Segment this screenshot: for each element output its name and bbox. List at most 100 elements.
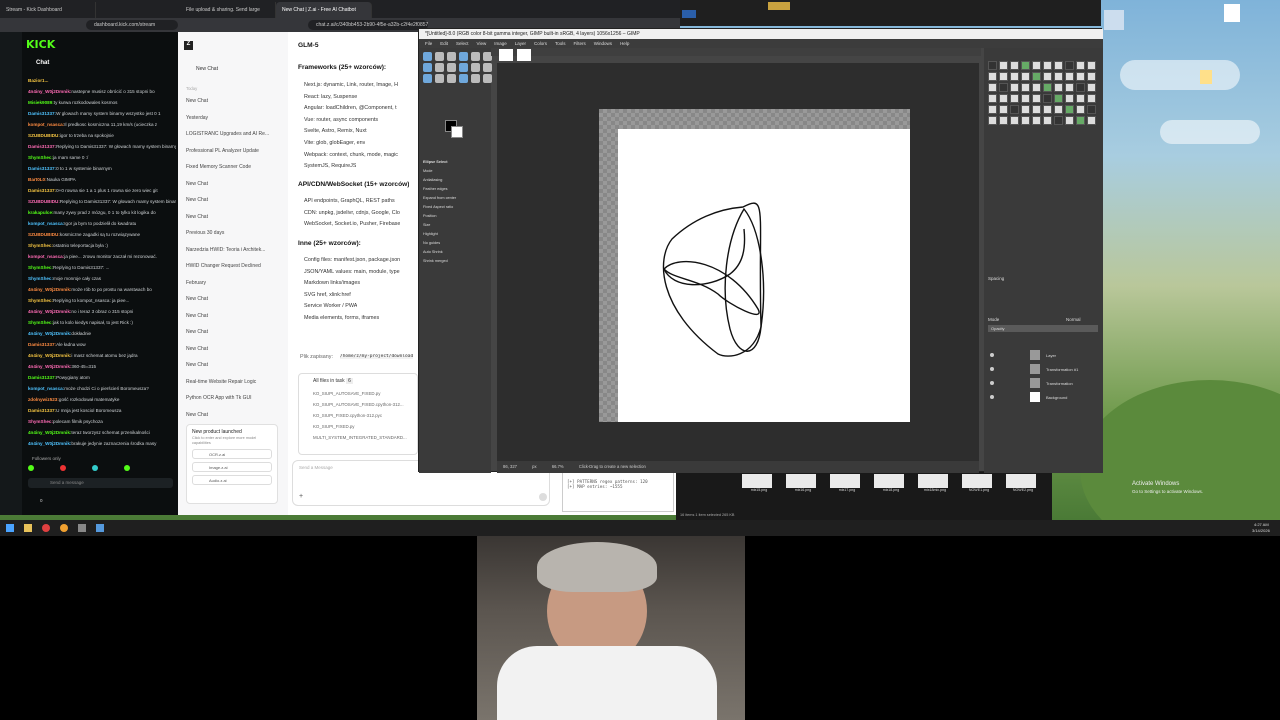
canvas-area[interactable] — [497, 63, 979, 461]
eye-icon[interactable] — [990, 395, 994, 399]
brush-preset[interactable] — [1032, 105, 1041, 114]
ocr-link[interactable]: OCR.z.ai — [192, 449, 272, 459]
tool-option[interactable]: Mode — [423, 167, 489, 176]
tab-zai[interactable]: New Chat | Z.ai - Free AI Chatbot — [276, 2, 372, 18]
brush-preset[interactable] — [1032, 116, 1041, 125]
brush-preset[interactable] — [1054, 94, 1063, 103]
brush-preset[interactable] — [999, 83, 1008, 92]
new-chat-button[interactable]: New Chat — [196, 66, 218, 72]
image-tab-thumb[interactable] — [517, 49, 531, 61]
tool-option[interactable]: Auto Shrink — [423, 248, 489, 257]
chat-username[interactable]: kompot_nsasca: — [28, 254, 64, 259]
send-icon[interactable] — [539, 493, 547, 501]
brush-preset[interactable] — [1010, 105, 1019, 114]
brush-preset[interactable] — [999, 72, 1008, 81]
chat-username[interactable]: Damis31337: — [28, 342, 56, 347]
brush-preset[interactable] — [1021, 83, 1030, 92]
chat-history-item[interactable]: New Chat — [186, 412, 282, 418]
chat-username[interactable]: ShymShec: — [28, 155, 53, 160]
bg-color-swatch[interactable] — [451, 126, 463, 138]
layer-row[interactable]: Transformation #1 — [986, 362, 1101, 376]
emote-icon[interactable] — [60, 465, 66, 471]
chat-username[interactable]: SZUBDUBIDU: — [28, 199, 60, 204]
menu-item[interactable]: Layer — [515, 41, 526, 46]
brush-preset[interactable] — [1021, 94, 1030, 103]
brush-preset[interactable] — [1076, 83, 1085, 92]
chat-username[interactable]: kompot_nsasca: — [28, 122, 64, 127]
brush-preset[interactable] — [1032, 83, 1041, 92]
brush-preset[interactable] — [1010, 61, 1019, 70]
brush-preset[interactable] — [988, 72, 997, 81]
eye-icon[interactable] — [990, 367, 994, 371]
chat-username[interactable]: kompot_nsasca: — [28, 221, 64, 226]
tool-option[interactable]: Feather edges — [423, 185, 489, 194]
file-item[interactable]: KO_SIUPI_FIXED.cpython-312.pyc — [299, 410, 417, 421]
chat-history-item[interactable]: Yesterday — [186, 115, 282, 121]
brush-preset[interactable] — [1010, 72, 1019, 81]
image-link[interactable]: Image.z.ai — [192, 462, 272, 472]
chat-username[interactable]: zdolnywiz523: — [28, 397, 59, 402]
brush-preset[interactable] — [1043, 72, 1052, 81]
brush-preset[interactable] — [1087, 105, 1096, 114]
tool-icon[interactable] — [423, 52, 432, 61]
file-thumbnail[interactable]: mix15.png — [742, 474, 776, 492]
chat-username[interactable]: ShymShec: — [28, 276, 53, 281]
brush-preset[interactable] — [1043, 116, 1052, 125]
file-tab[interactable] — [682, 10, 696, 18]
menu-item[interactable]: View — [477, 41, 487, 46]
chat-username[interactable]: kompot_nsasca: — [28, 386, 64, 391]
brush-preset[interactable] — [999, 61, 1008, 70]
chat-username[interactable]: 4n4iny_W0j2Dmnik: — [28, 441, 71, 446]
menu-item[interactable]: Select — [456, 41, 469, 46]
menu-item[interactable]: Help — [620, 41, 629, 46]
chat-history-item[interactable]: Previous 30 days — [186, 230, 282, 236]
brush-preset[interactable] — [1087, 72, 1096, 81]
brush-preset[interactable] — [1010, 83, 1019, 92]
desktop-icon[interactable] — [1104, 10, 1124, 30]
tool-icon[interactable] — [483, 63, 492, 72]
chat-username[interactable]: 4n4iny_W0j2Dmnik: — [28, 430, 71, 435]
brush-preset[interactable] — [1032, 61, 1041, 70]
menu-item[interactable]: Edit — [440, 41, 448, 46]
app-icon[interactable] — [96, 524, 104, 532]
mode-selector[interactable]: Normal — [1066, 317, 1081, 322]
file-thumbnail[interactable]: NOWE2.png — [1006, 474, 1040, 492]
app-icon[interactable] — [78, 524, 86, 532]
brush-preset[interactable] — [1076, 61, 1085, 70]
gimp-taskbar-icon[interactable] — [60, 524, 68, 532]
file-thumbnail[interactable]: mix18.png — [874, 474, 908, 492]
emote-icon[interactable] — [124, 465, 130, 471]
brush-preset[interactable] — [1076, 116, 1085, 125]
chat-history-item[interactable]: New Chat — [186, 329, 282, 335]
chat-history-item[interactable]: New Chat — [186, 346, 282, 352]
chat-username[interactable]: Damis31337: — [28, 144, 56, 149]
brush-preset[interactable] — [988, 61, 997, 70]
file-item[interactable]: KO_SIUPI_AUTOSAVE_FIXED.cpython-312... — [299, 399, 417, 410]
brush-preset[interactable] — [1021, 72, 1030, 81]
chat-history-item[interactable]: February — [186, 280, 282, 286]
chat-username[interactable]: ShymShec: — [28, 320, 53, 325]
clock-time[interactable]: 4:27 AM — [1254, 522, 1269, 527]
brush-preset[interactable] — [1087, 83, 1096, 92]
chat-username[interactable]: 4n4iny_W0j2Dmnik: — [28, 353, 71, 358]
brush-preset[interactable] — [1065, 61, 1074, 70]
url-input-kick[interactable]: dashboard.kick.com/stream — [86, 20, 178, 30]
brush-preset[interactable] — [1054, 83, 1063, 92]
brush-preset[interactable] — [1076, 94, 1085, 103]
menu-item[interactable]: Colors — [534, 41, 547, 46]
image-tab-thumb[interactable] — [499, 49, 513, 61]
brush-preset[interactable] — [988, 116, 997, 125]
layer-row[interactable]: Transformation — [986, 376, 1101, 390]
layer-row[interactable]: Layer — [986, 348, 1101, 362]
brush-preset[interactable] — [1032, 94, 1041, 103]
tool-option[interactable]: Size — [423, 221, 489, 230]
chat-history-item[interactable]: Fixed Memory Scanner Code — [186, 164, 282, 170]
eye-icon[interactable] — [990, 353, 994, 357]
eye-icon[interactable] — [990, 381, 994, 385]
chat-username[interactable]: 4n4iny_W0j2Dmnik: — [28, 309, 71, 314]
chat-history-item[interactable]: New Chat — [186, 98, 282, 104]
brush-preset[interactable] — [1032, 72, 1041, 81]
start-icon[interactable] — [6, 524, 14, 532]
chat-history-item[interactable]: New Chat — [186, 296, 282, 302]
brush-preset[interactable] — [1076, 72, 1085, 81]
